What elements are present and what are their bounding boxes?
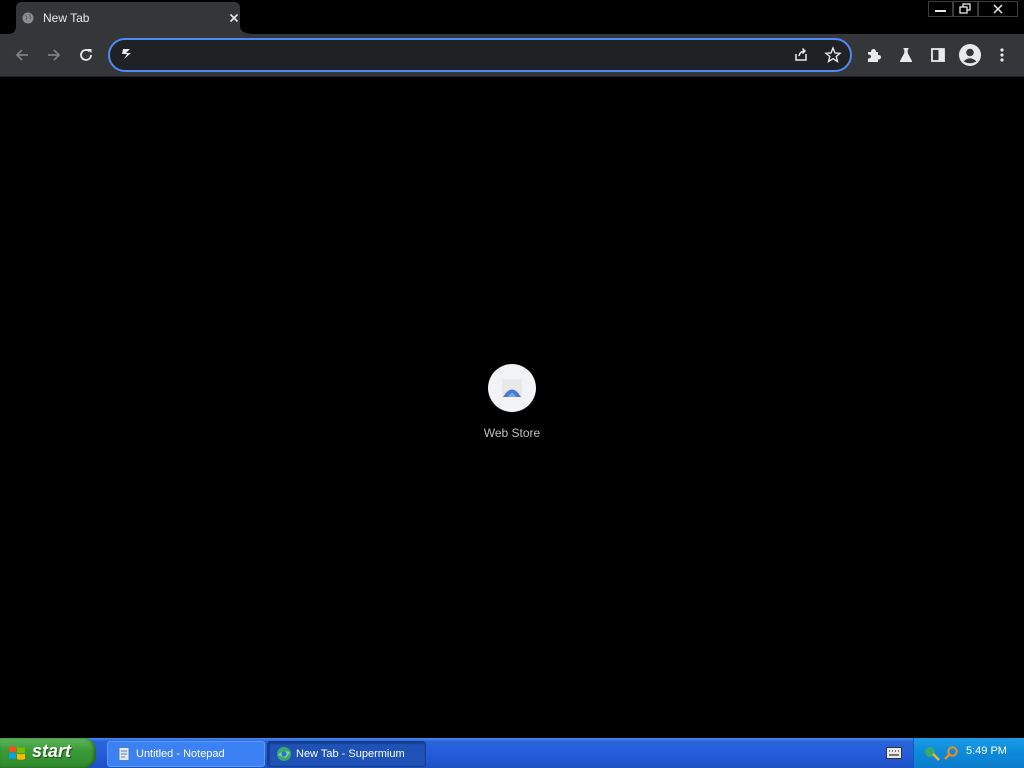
notepad-icon: [118, 747, 130, 761]
shortcut-label: Web Store: [483, 426, 541, 440]
side-panel-icon: [931, 48, 945, 62]
taskbar: start Untitled - Notepad New Tab - Super…: [0, 738, 1024, 768]
labs-button[interactable]: [892, 41, 920, 69]
browser-icon: [277, 747, 291, 761]
clock: 5:49 PM: [966, 745, 1007, 757]
minimize-icon[interactable]: [928, 1, 953, 17]
side-panel-button[interactable]: [924, 41, 952, 69]
labs-flask-icon: [899, 48, 913, 62]
restore-icon[interactable]: [953, 1, 978, 17]
forward-arrow-icon: [48, 49, 61, 61]
share-icon[interactable]: [792, 46, 810, 64]
reload-button[interactable]: [72, 41, 100, 69]
system-tray: 5:49 PM: [913, 738, 1024, 768]
start-button[interactable]: start: [0, 738, 96, 768]
window-close-icon[interactable]: [978, 1, 1018, 17]
bookmark-star-icon[interactable]: [824, 46, 842, 64]
extensions-puzzle-icon: [868, 49, 881, 62]
menu-button[interactable]: [988, 41, 1016, 69]
browser-toolbar: [0, 34, 1024, 76]
taskbar-item-label: Untitled - Notepad: [136, 748, 225, 760]
forward-button[interactable]: [40, 41, 68, 69]
title-bar: New Tab: [0, 0, 1024, 34]
new-tab-page: Web Store: [0, 77, 1024, 738]
address-input[interactable]: [140, 44, 784, 68]
start-label: start: [32, 741, 72, 761]
menu-kebab-icon: [1000, 48, 1004, 62]
reload-icon: [80, 49, 92, 61]
windows-logo-icon: [9, 746, 25, 760]
shortcut-icon-circle: [488, 364, 536, 412]
tab-title: New Tab: [43, 11, 90, 25]
web-store-icon: [502, 379, 522, 397]
profile-avatar-icon: [959, 44, 981, 66]
back-button[interactable]: [8, 41, 36, 69]
extensions-button[interactable]: [860, 41, 888, 69]
shortcut-web-store[interactable]: Web Store: [467, 363, 557, 453]
taskbar-item-label: New Tab - Supermium: [296, 748, 405, 760]
search-tray-icon[interactable]: [943, 745, 959, 761]
profile-button[interactable]: [956, 41, 984, 69]
taskbar-item-notepad[interactable]: Untitled - Notepad: [107, 741, 265, 767]
address-bar[interactable]: [108, 38, 852, 72]
tab-new-tab[interactable]: New Tab: [8, 2, 254, 34]
keyboard-icon[interactable]: [886, 747, 902, 759]
taskbar-item-browser[interactable]: New Tab - Supermium: [267, 741, 426, 767]
network-icon[interactable]: [924, 745, 940, 761]
site-info-icon[interactable]: [120, 47, 134, 61]
globe-icon: [22, 12, 34, 24]
close-icon[interactable]: [227, 11, 241, 25]
back-arrow-icon: [15, 49, 28, 61]
